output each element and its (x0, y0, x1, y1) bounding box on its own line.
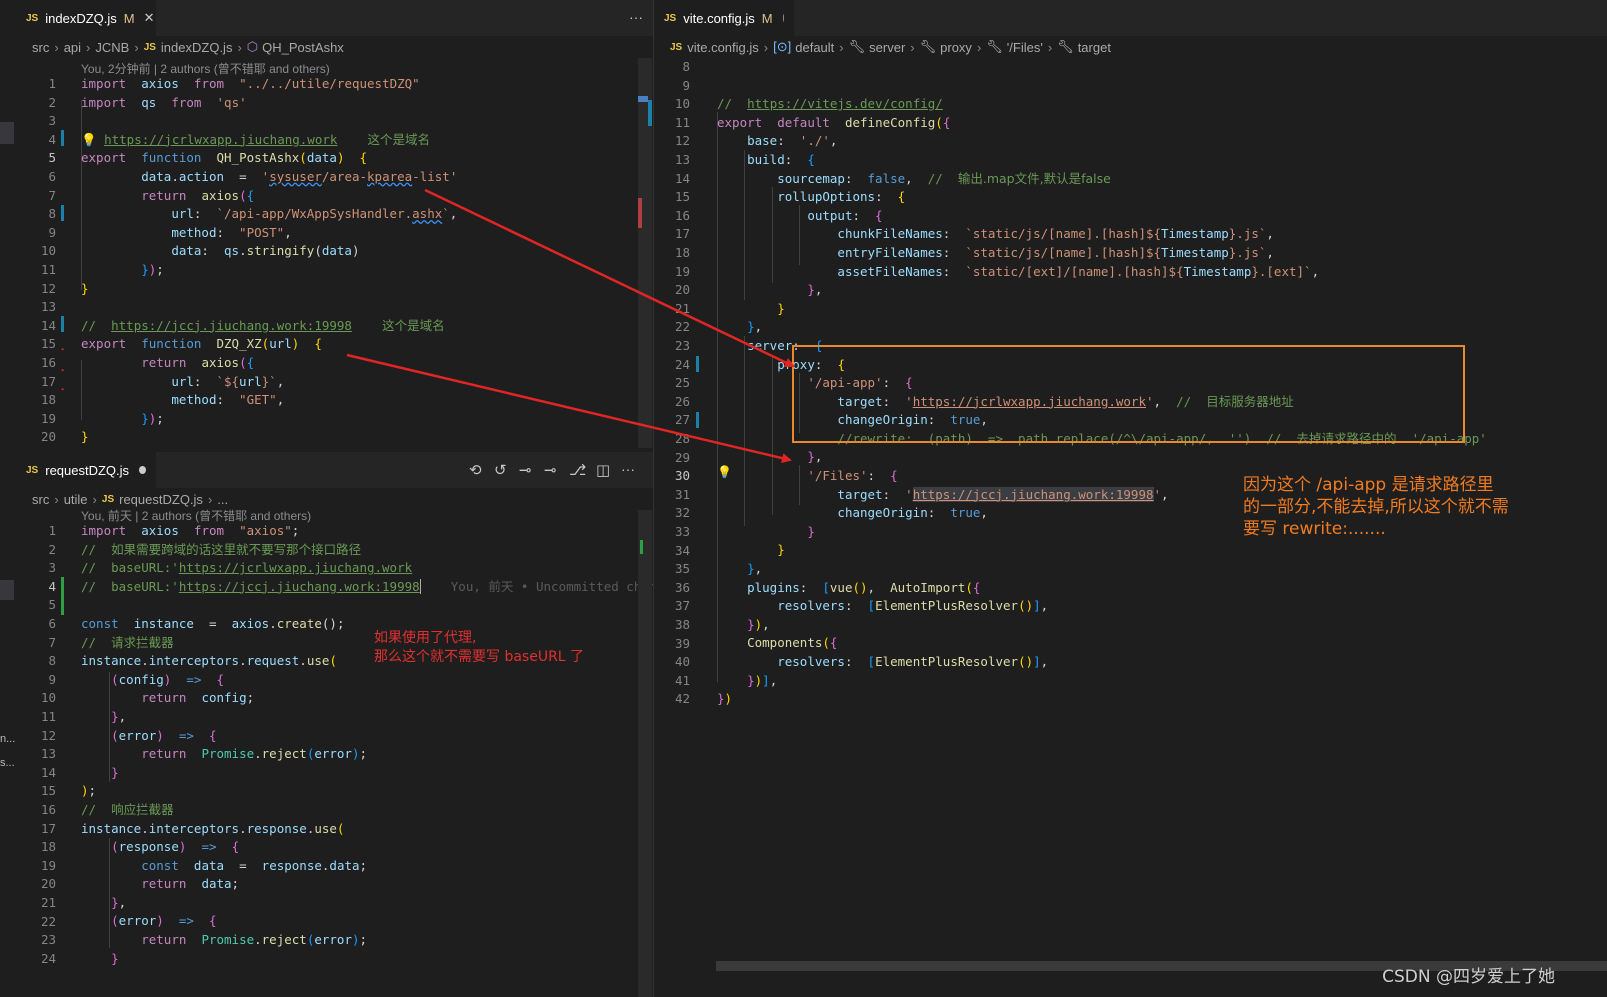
arrow-files (346, 353, 792, 464)
watermark: CSDN @四岁爱上了她 (1382, 967, 1555, 987)
annotation-overlay (346, 188, 1465, 464)
highlight-box (792, 345, 1465, 443)
arrow-api-app (424, 188, 795, 368)
